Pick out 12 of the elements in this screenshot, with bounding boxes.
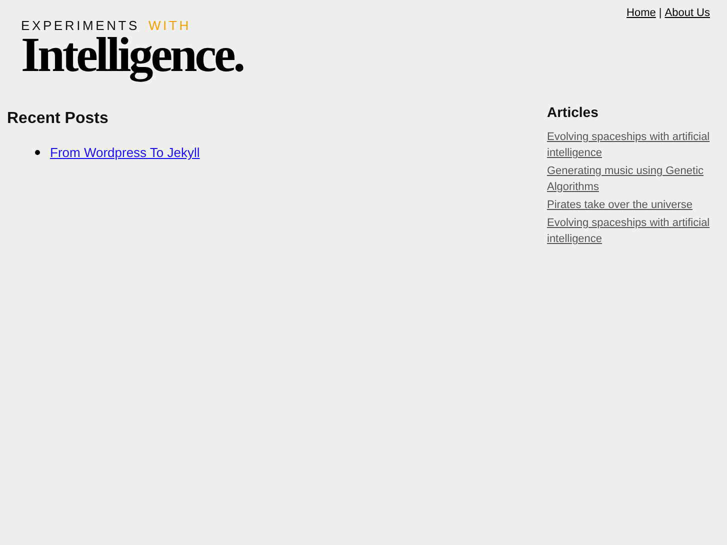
article-link[interactable]: Generating music using Genetic Algorithms: [547, 163, 723, 195]
logo-tagline-word: WITH: [148, 18, 191, 33]
article-link[interactable]: Pirates take over the universe: [547, 197, 723, 213]
section-heading: Recent Posts: [7, 110, 110, 128]
article-link[interactable]: Evolving spaceships with artificial intelligence: [547, 215, 723, 247]
nav-separator: |: [658, 7, 662, 19]
nav-link[interactable]: About Us: [664, 7, 710, 19]
article-link[interactable]: Evolving spaceships with artificial intelligence: [547, 129, 723, 161]
nav-link[interactable]: Home: [626, 7, 656, 19]
bullet-icon: [35, 150, 40, 155]
post-link[interactable]: From Wordpress To Jekyll: [50, 145, 200, 160]
sidebar-heading: Articles: [547, 104, 600, 120]
